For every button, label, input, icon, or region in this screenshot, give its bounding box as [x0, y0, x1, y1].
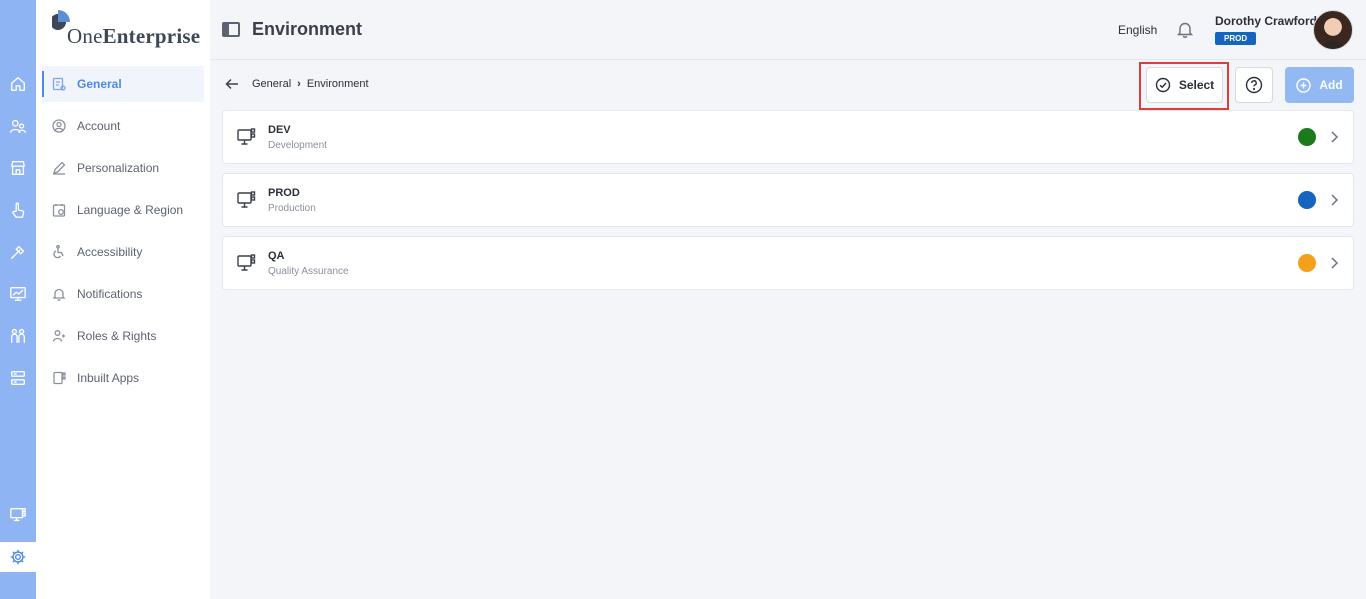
environment-color-dot — [1298, 128, 1316, 146]
breadcrumb-item-general[interactable]: General — [252, 78, 291, 90]
gear-icon[interactable] — [0, 542, 36, 572]
sidebar-item-accessibility[interactable]: Accessibility — [42, 234, 204, 270]
sidebar-item-inbuilt-apps[interactable]: Inbuilt Apps — [42, 360, 204, 396]
sidebar-item-label: Personalization — [77, 161, 160, 175]
users-icon[interactable] — [0, 111, 36, 141]
monitor-chart-icon[interactable] — [0, 279, 36, 309]
sidebar-item-label: Account — [77, 119, 121, 133]
environment-code: QA — [268, 250, 285, 262]
logo-text: OneEnterprise — [67, 24, 201, 48]
sidebar-toggle-icon[interactable] — [222, 22, 240, 37]
server-icon[interactable] — [0, 363, 36, 393]
account-icon — [52, 119, 66, 133]
language-icon — [52, 204, 66, 217]
store-icon[interactable] — [0, 153, 36, 183]
sidebar-item-roles-rights[interactable]: Roles & Rights — [42, 318, 204, 354]
chevron-right-icon — [1328, 130, 1340, 144]
environment-name: Quality Assurance — [268, 266, 349, 277]
sidebar-item-label: Language & Region — [77, 203, 184, 217]
chevron-right-icon — [1328, 256, 1340, 270]
sidebar-item-general[interactable]: General — [42, 66, 204, 102]
monitor-grid-icon — [237, 128, 256, 146]
list-item[interactable]: PROD Production — [222, 173, 1354, 227]
sidebar-item-label: Roles & Rights — [77, 329, 157, 343]
settings-sidebar: OneEnterprise General Account Personaliz… — [36, 0, 210, 599]
breadcrumb: General › Environment — [252, 78, 369, 90]
icon-rail — [0, 0, 36, 599]
pencil-icon — [53, 161, 66, 175]
environment-badge: PROD — [1215, 32, 1257, 45]
environment-list: DEV Development PROD Production QA Quali… — [222, 110, 1354, 299]
plus-circle-icon — [1296, 77, 1312, 93]
breadcrumb-item-environment: Environment — [306, 78, 369, 90]
notification-bell-icon[interactable] — [1176, 20, 1194, 38]
environment-name: Production — [268, 203, 316, 214]
environment-color-dot — [1298, 191, 1316, 209]
language-selector[interactable]: English — [1118, 23, 1157, 37]
sidebar-item-label: General — [77, 77, 122, 91]
select-button[interactable]: Select — [1146, 67, 1223, 103]
general-settings-icon — [52, 77, 66, 91]
tools-icon[interactable] — [0, 237, 36, 267]
monitor-grid-icon — [237, 254, 256, 272]
list-item[interactable]: DEV Development — [222, 110, 1354, 164]
monitor-grid-icon — [237, 191, 256, 209]
sidebar-item-personalization[interactable]: Personalization — [42, 150, 204, 186]
help-icon — [1245, 76, 1263, 94]
sidebar-item-label: Inbuilt Apps — [77, 371, 140, 385]
chevron-right-icon: › — [297, 78, 301, 90]
back-arrow-icon[interactable] — [224, 76, 240, 92]
select-button-label: Select — [1178, 78, 1215, 92]
page-title: Environment — [252, 19, 363, 39]
home-icon[interactable] — [0, 69, 36, 99]
sidebar-item-label: Accessibility — [77, 245, 143, 259]
chevron-right-icon — [1328, 193, 1340, 207]
list-item[interactable]: QA Quality Assurance — [222, 236, 1354, 290]
top-header: Environment English Dorothy Crawford PRO… — [210, 0, 1366, 60]
monitor-grid-icon[interactable] — [0, 500, 36, 530]
user-name[interactable]: Dorothy Crawford — [1215, 14, 1317, 28]
help-button[interactable] — [1235, 67, 1273, 103]
check-circle-icon — [1155, 77, 1171, 93]
settings-menu: General Account Personalization Language… — [42, 66, 204, 402]
bell-icon — [52, 288, 66, 301]
accessibility-icon — [53, 245, 64, 259]
sidebar-item-notifications[interactable]: Notifications — [42, 276, 204, 312]
hand-pointer-icon[interactable] — [0, 195, 36, 225]
sidebar-item-account[interactable]: Account — [42, 108, 204, 144]
environment-code: DEV — [268, 124, 291, 136]
add-button-label: Add — [1319, 78, 1343, 92]
sidebar-item-language-region[interactable]: Language & Region — [42, 192, 204, 228]
people-icon[interactable] — [0, 321, 36, 351]
environment-name: Development — [268, 140, 327, 151]
environment-color-dot — [1298, 254, 1316, 272]
sidebar-item-label: Notifications — [77, 287, 143, 301]
roles-icon — [52, 330, 65, 342]
apps-icon — [53, 371, 66, 385]
avatar[interactable] — [1313, 10, 1353, 50]
environment-code: PROD — [268, 187, 300, 199]
add-button[interactable]: Add — [1285, 67, 1354, 103]
